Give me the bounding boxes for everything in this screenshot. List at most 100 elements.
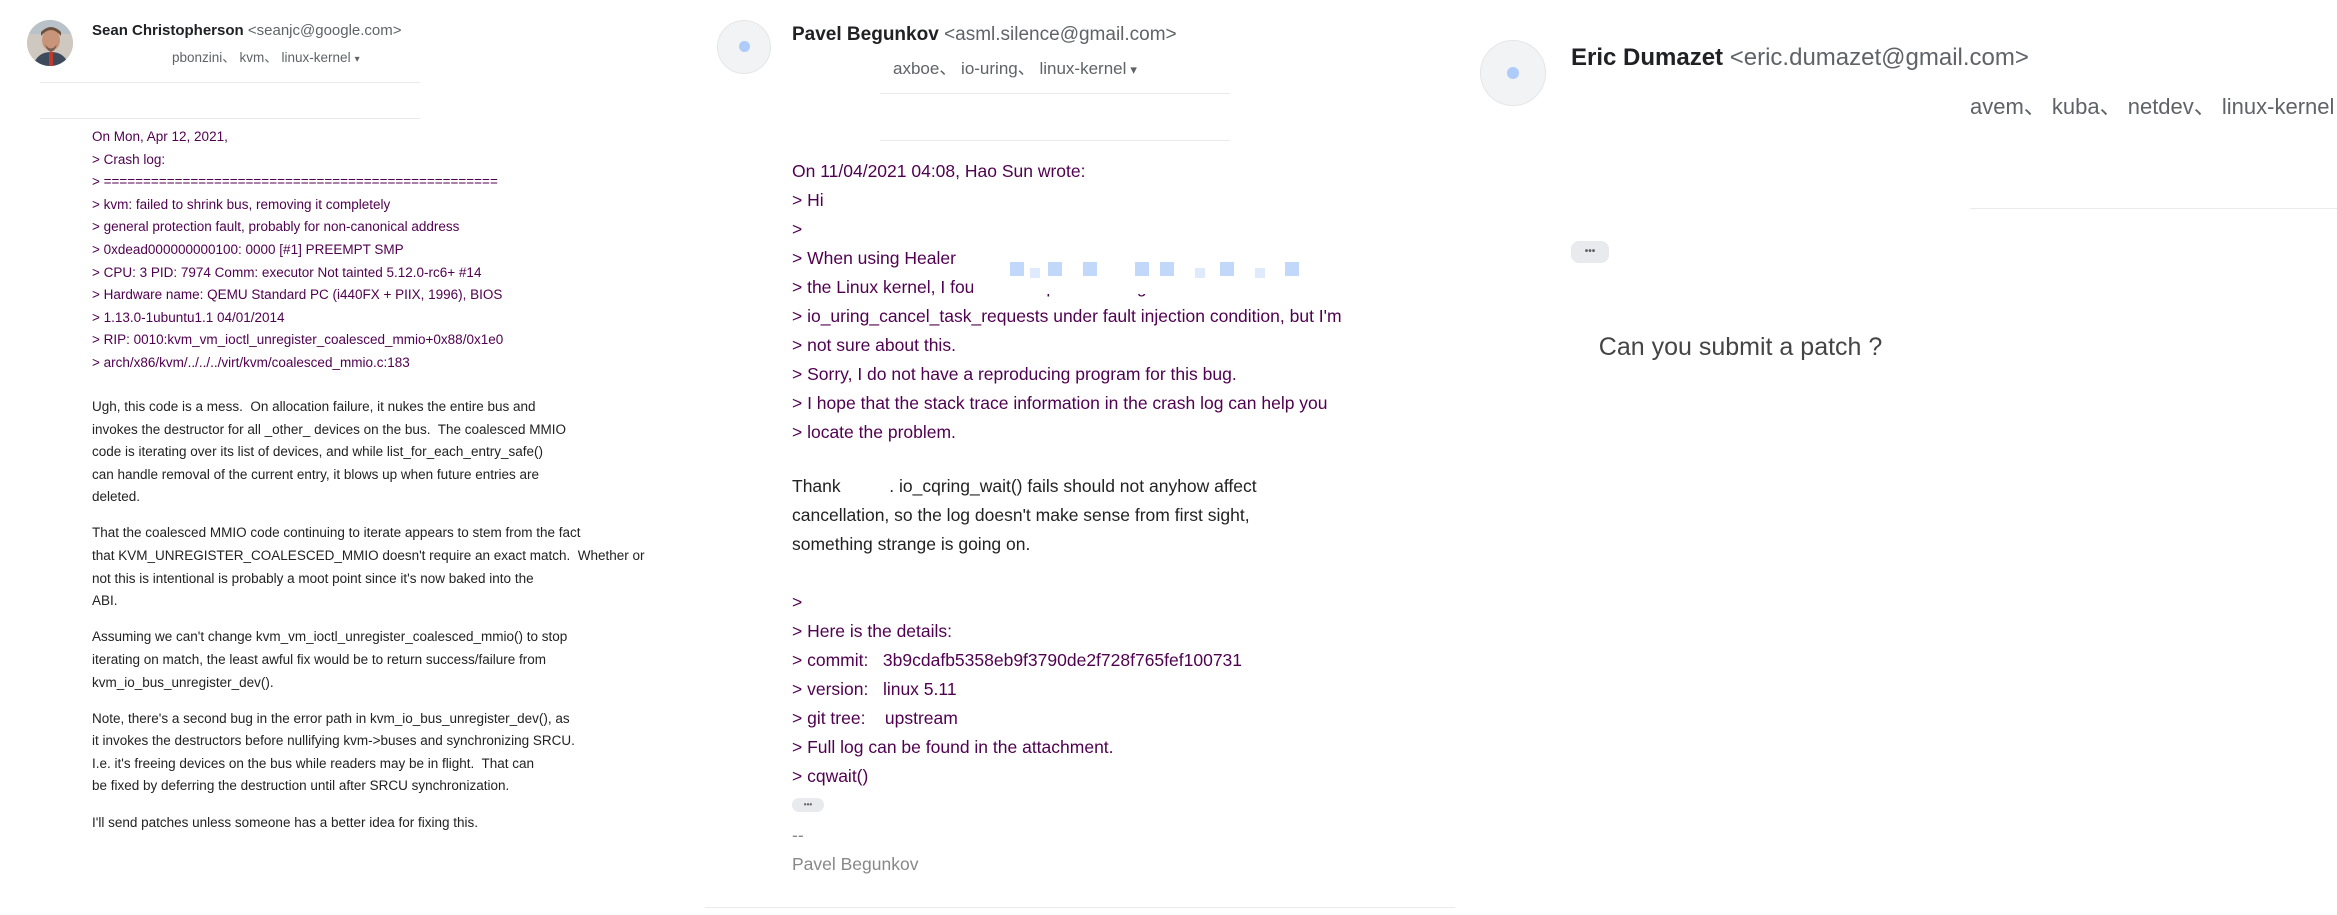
text-line: not this is intentional is probably a mo… bbox=[92, 570, 534, 586]
text-line: > bbox=[792, 219, 803, 239]
text-line: that KVM_UNREGISTER_COALESCED_MMIO doesn… bbox=[92, 548, 645, 564]
text-line: > bbox=[792, 592, 803, 612]
recipients-list: avem、 kuba、 netdev、 linux-kernel bbox=[1970, 94, 2335, 119]
redacted-block bbox=[1255, 268, 1265, 278]
redacted-block bbox=[1030, 268, 1040, 278]
text-line: That the coalesced MMIO code continuing … bbox=[92, 525, 581, 541]
text-line: > cqwait() bbox=[792, 766, 869, 786]
text-line: > git tree: upstream bbox=[792, 708, 958, 728]
redacted-block bbox=[1195, 268, 1205, 278]
message-body: Thank . io_cqring_wait() fails should no… bbox=[792, 472, 1257, 559]
recipients-list: axboe、 io-uring、 linux-kernel bbox=[893, 59, 1127, 78]
message-line: Can you submit a patch ? bbox=[1598, 333, 1883, 361]
sender-name-text: Eric Dumazet bbox=[1571, 44, 1724, 71]
redacted-block bbox=[1160, 262, 1174, 276]
text-line: > Crash log: bbox=[92, 151, 166, 167]
text-line: > locate the problem. bbox=[792, 422, 956, 442]
header-divider bbox=[40, 82, 420, 83]
text-line: can handle removal of the current entry,… bbox=[92, 466, 539, 482]
text-line: I.e. it's freeing devices on the bus whi… bbox=[92, 755, 535, 771]
text-line: ABI. bbox=[92, 593, 118, 609]
quoted-text: On 11/04/2021 04:08, Hao Sun wrote: > Hi >… bbox=[792, 157, 1342, 447]
redacted-block bbox=[1010, 262, 1024, 276]
redacted-block bbox=[1083, 262, 1097, 276]
text-line bbox=[92, 509, 645, 523]
person-photo-icon bbox=[27, 20, 73, 66]
recipients-dropdown[interactable]: pbonzini、 kvm、 linux-kernel ▾ bbox=[172, 46, 360, 66]
text-line: be fixed by deferring the destruction un… bbox=[92, 778, 510, 794]
text-line: > 0xdead000000000100: 0000 [#1] PREEMPT … bbox=[92, 241, 404, 257]
text-line: Thank . io_cqring_wait() fails should no… bbox=[792, 476, 1257, 496]
avatar-placeholder-icon bbox=[1507, 67, 1519, 79]
text-line: Pavel Begunkov bbox=[792, 854, 919, 874]
sender-avatar[interactable] bbox=[1480, 40, 1546, 106]
header-divider bbox=[40, 118, 420, 119]
quoted-text: On Mon, Apr 12, 2021, > Crash log: > =====… bbox=[92, 126, 503, 375]
recipients-list: pbonzini、 kvm、 linux-kernel bbox=[172, 50, 351, 65]
text-line: > Hi bbox=[792, 190, 824, 210]
sender-avatar[interactable] bbox=[27, 20, 73, 66]
email-panel-pavel: Pavel Begunkov <asml.silence@gmail.com> … bbox=[705, 0, 1455, 915]
text-line: > I hope that the stack trace informatio… bbox=[792, 393, 1328, 413]
show-trimmed-content-button[interactable]: ••• bbox=[792, 798, 824, 812]
email-panel-sean: Sean Christopherson <seanjc@google.com> … bbox=[0, 0, 705, 915]
text-line: it invokes the destructors before nullif… bbox=[92, 733, 575, 749]
sender-email: <eric.dumazet@gmail.com> bbox=[1729, 44, 2029, 71]
recipients-dropdown[interactable]: avem、 kuba、 netdev、 linux-kernel▾ bbox=[1970, 89, 2337, 121]
text-line: > RIP: 0010:kvm_vm_ioctl_unregister_coal… bbox=[92, 332, 504, 348]
text-line: > 1.13.0-1ubuntu1.1 04/01/2014 bbox=[92, 309, 285, 325]
chevron-down-icon[interactable]: ▾ bbox=[1130, 62, 1136, 77]
message-body: Ugh, this code is a mess. On allocation … bbox=[92, 396, 645, 834]
text-line: > arch/x86/kvm/../../../virt/kvm/coalesc… bbox=[92, 354, 410, 370]
text-line: > ======================================… bbox=[92, 174, 498, 190]
sender-email: <asml.silence@gmail.com> bbox=[944, 24, 1177, 45]
header-divider bbox=[1970, 208, 2337, 209]
text-line: cancellation, so the log doesn't make se… bbox=[792, 505, 1250, 525]
text-line: Assuming we can't change kvm_vm_ioctl_un… bbox=[92, 629, 568, 645]
redacted-block bbox=[1135, 262, 1149, 276]
footer-divider bbox=[705, 907, 1455, 908]
ellipsis-icon: ••• bbox=[1584, 246, 1596, 257]
sender-email: <seanjc@google.com> bbox=[247, 22, 402, 39]
sender-name-text: Sean Christopherson bbox=[92, 22, 244, 39]
redacted-block bbox=[1285, 262, 1299, 276]
redacted-block bbox=[1220, 262, 1234, 276]
text-line: -- bbox=[792, 825, 804, 845]
header-divider bbox=[880, 93, 1230, 94]
recipients-dropdown[interactable]: axboe、 io-uring、 linux-kernel ▾ bbox=[893, 54, 1137, 79]
sender-name-text: Pavel Begunkov bbox=[792, 24, 939, 45]
ellipsis-icon: ••• bbox=[803, 800, 813, 809]
text-line: > Full log can be found in the attachmen… bbox=[792, 737, 1114, 757]
sender-avatar[interactable] bbox=[717, 20, 771, 74]
email-panel-eric: Eric Dumazet <eric.dumazet@gmail.com> av… bbox=[1455, 0, 2337, 915]
sender-name[interactable]: Sean Christopherson <seanjc@google.com> bbox=[92, 22, 402, 39]
text-line: > version: linux 5.11 bbox=[792, 679, 957, 699]
redacted-block bbox=[1048, 262, 1062, 276]
avatar-placeholder-icon bbox=[739, 41, 750, 52]
show-trimmed-content-button[interactable]: ••• bbox=[1571, 241, 1609, 263]
text-line bbox=[92, 798, 645, 812]
text-line: Note, there's a second bug in the error … bbox=[92, 710, 570, 726]
text-line: I'll send patches unless someone has a b… bbox=[92, 814, 479, 830]
text-line: code is iterating over its list of devic… bbox=[92, 444, 543, 460]
text-line: deleted. bbox=[92, 489, 141, 505]
text-line: > general protection fault, probably for… bbox=[92, 219, 460, 235]
text-line: Ugh, this code is a mess. On allocation … bbox=[92, 399, 536, 414]
sender-name[interactable]: Pavel Begunkov <asml.silence@gmail.com> bbox=[792, 24, 1177, 46]
chevron-down-icon[interactable]: ▾ bbox=[355, 54, 360, 65]
text-line: > Hardware name: QEMU Standard PC (i440F… bbox=[92, 287, 503, 303]
text-line: > CPU: 3 PID: 7974 Comm: executor Not ta… bbox=[92, 264, 482, 280]
signature: -- Pavel Begunkov bbox=[792, 821, 918, 879]
header-divider bbox=[880, 140, 1230, 141]
text-line: > io_uring_cancel_task_requests under fa… bbox=[792, 306, 1342, 326]
text-line: kvm_io_bus_unregister_dev(). bbox=[92, 674, 274, 690]
text-line bbox=[92, 694, 645, 708]
quoted-text-details: > > Here is the details: > commit: 3b9cdaf… bbox=[792, 588, 1242, 791]
text-line: > commit: 3b9cdafb5358eb9f3790de2f728f76… bbox=[792, 650, 1243, 670]
text-line: > not sure about this. bbox=[792, 335, 956, 355]
text-line: invokes the destructor for all _other_ d… bbox=[92, 421, 566, 437]
sender-name[interactable]: Eric Dumazet <eric.dumazet@gmail.com> bbox=[1571, 44, 2029, 72]
text-line: On Mon, Apr 12, 2021, bbox=[92, 129, 228, 144]
message-body: Can you submit a patch ? bbox=[1571, 296, 1883, 398]
text-line: > Sorry, I do not have a reproducing pro… bbox=[792, 364, 1237, 384]
